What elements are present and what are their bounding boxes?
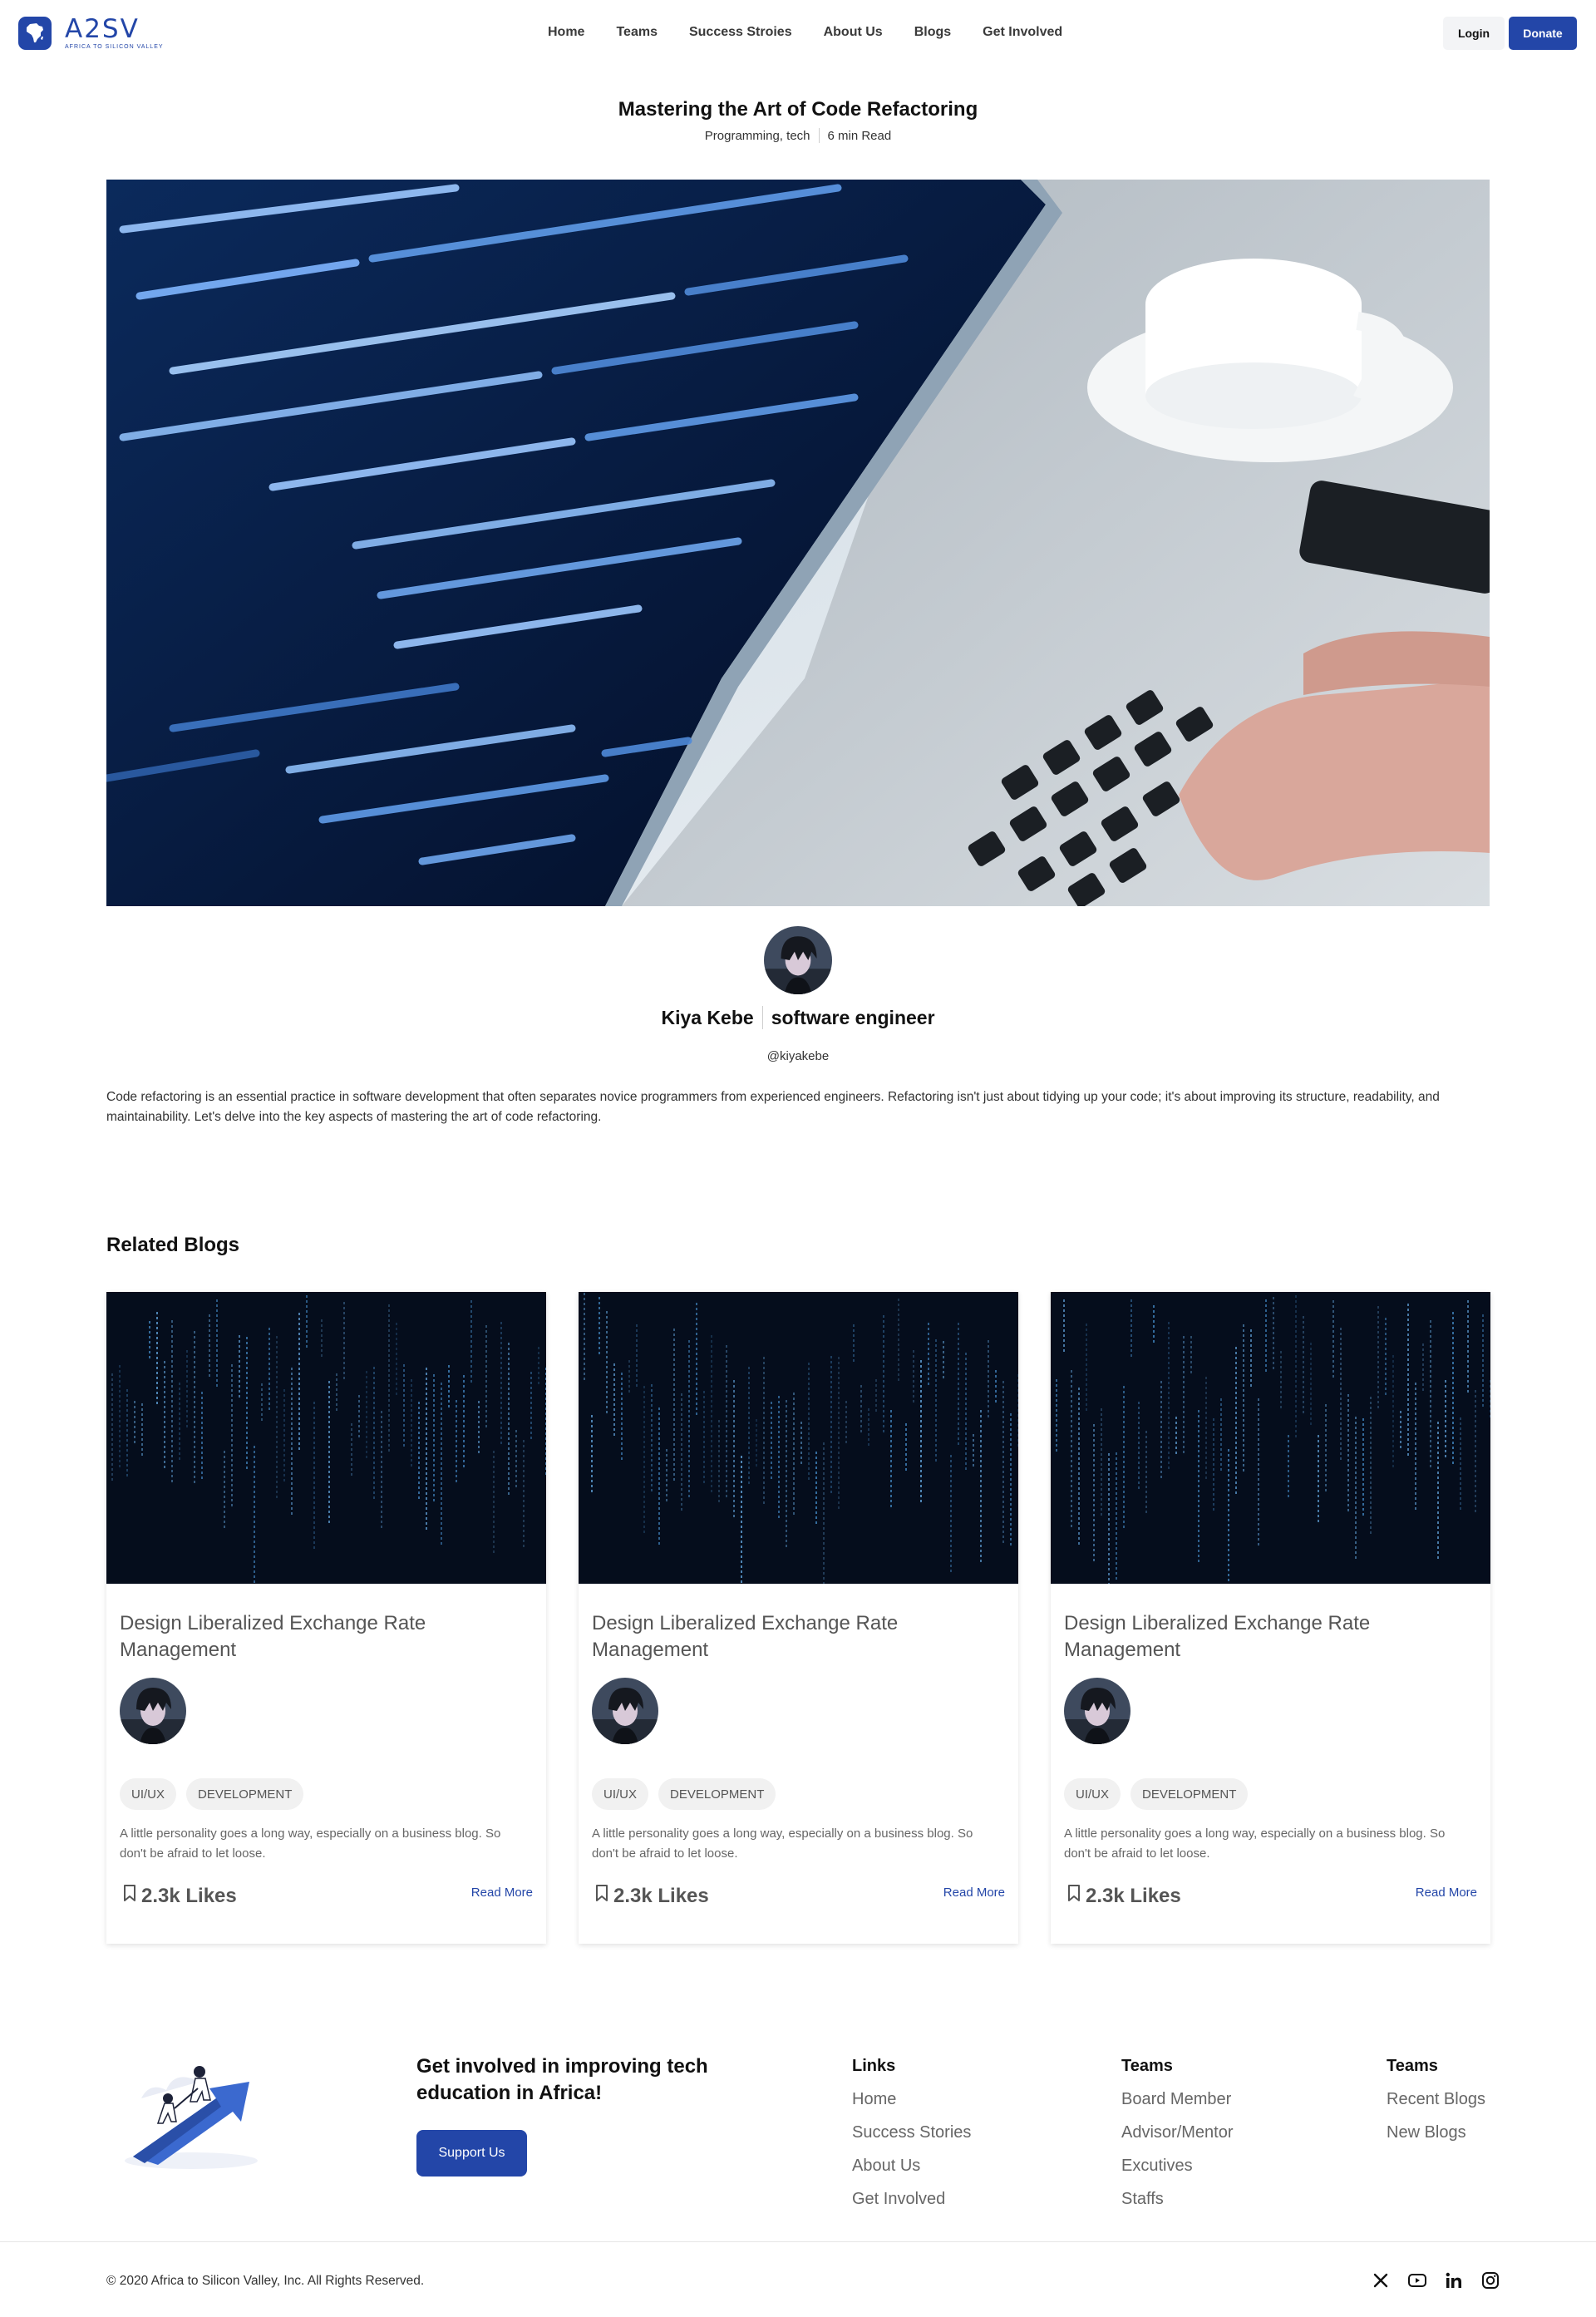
related-blogs-heading: Related Blogs — [106, 1234, 240, 1256]
footer-divider — [0, 2241, 1596, 2242]
article-meta: Programming, tech 6 min Read — [0, 128, 1596, 143]
footer-link-new-blogs[interactable]: New Blogs — [1387, 2122, 1485, 2142]
nav-success-stories[interactable]: Success Stroies — [689, 25, 792, 40]
tag-development[interactable]: DEVELOPMENT — [186, 1778, 304, 1810]
tag-list: UI/UX DEVELOPMENT — [592, 1778, 776, 1810]
author-handle[interactable]: @kiyakebe — [0, 1049, 1596, 1063]
donate-button[interactable]: Donate — [1509, 17, 1577, 50]
article-categories: Programming, tech — [704, 128, 810, 143]
likes-count[interactable]: 2.3k Likes — [592, 1883, 709, 1909]
footer-teams-column: Teams Board Member Advisor/Mentor Excuti… — [1121, 2057, 1234, 2222]
author-role: software engineer — [771, 1006, 935, 1028]
blog-card-description: A little personality goes a long way, es… — [592, 1826, 973, 1861]
nav-about-us[interactable]: About Us — [824, 25, 883, 40]
article-title: Mastering the Art of Code Refactoring — [618, 98, 978, 121]
copyright-text: © 2020 Africa to Silicon Valley, Inc. Al… — [106, 2274, 425, 2288]
avatar — [120, 1678, 186, 1744]
tag-list: UI/UX DEVELOPMENT — [120, 1778, 304, 1810]
likes-count[interactable]: 2.3k Likes — [120, 1883, 237, 1909]
login-button[interactable]: Login — [1443, 17, 1505, 50]
author-avatar[interactable] — [764, 926, 832, 994]
nav-teams[interactable]: Teams — [616, 25, 658, 40]
bookmark-icon — [1064, 1883, 1084, 1909]
blog-card-description: A little personality goes a long way, es… — [120, 1826, 501, 1861]
nav-home[interactable]: Home — [548, 25, 584, 40]
blog-card-image — [106, 1292, 546, 1584]
tag-ui-ux[interactable]: UI/UX — [120, 1778, 177, 1810]
footer-column-heading: Teams — [1121, 2057, 1173, 2075]
blog-card-title[interactable]: Design Liberalized Exchange Rate Managem… — [592, 1610, 983, 1664]
hero-image — [106, 180, 1490, 906]
tag-ui-ux[interactable]: UI/UX — [1064, 1778, 1121, 1810]
logo-tagline: AFRICA TO SILICON VALLEY — [65, 44, 164, 50]
footer-link-staffs[interactable]: Staffs — [1121, 2189, 1234, 2209]
blog-card[interactable]: Design Liberalized Exchange Rate Managem… — [106, 1292, 546, 1944]
avatar — [1064, 1678, 1130, 1744]
footer-link-success-stories[interactable]: Success Stories — [852, 2122, 971, 2142]
read-more-link[interactable]: Read More — [1416, 1886, 1477, 1900]
author-line: Kiya Kebe software engineer — [0, 1006, 1596, 1029]
footer-link-recent-blogs[interactable]: Recent Blogs — [1387, 2089, 1485, 2109]
blog-card[interactable]: Design Liberalized Exchange Rate Managem… — [579, 1292, 1018, 1944]
bookmark-icon — [120, 1883, 140, 1909]
footer-link-get-involved[interactable]: Get Involved — [852, 2189, 971, 2209]
instagram-icon[interactable] — [1480, 2270, 1501, 2291]
footer-link-home[interactable]: Home — [852, 2089, 971, 2109]
likes-label: 2.3k Likes — [141, 1884, 237, 1907]
author-divider — [761, 1006, 763, 1029]
footer-column-heading: Teams — [1387, 2057, 1438, 2075]
footer-link-about-us[interactable]: About Us — [852, 2156, 971, 2176]
tag-development[interactable]: DEVELOPMENT — [1130, 1778, 1249, 1810]
support-us-button[interactable]: Support Us — [416, 2130, 527, 2177]
main-nav: Home Teams Success Stroies About Us Blog… — [548, 25, 1062, 40]
footer-link-advisor-mentor[interactable]: Advisor/Mentor — [1121, 2122, 1234, 2142]
meta-divider — [818, 128, 820, 143]
africa-map-icon — [18, 17, 52, 50]
likes-label: 2.3k Likes — [1086, 1884, 1181, 1907]
logo[interactable]: A2SV AFRICA TO SILICON VALLEY — [18, 17, 164, 50]
nav-get-involved[interactable]: Get Involved — [983, 25, 1062, 40]
logo-wordmark: A2SV — [65, 14, 140, 44]
footer-link-board-member[interactable]: Board Member — [1121, 2089, 1234, 2109]
likes-count[interactable]: 2.3k Likes — [1064, 1883, 1181, 1909]
likes-label: 2.3k Likes — [613, 1884, 709, 1907]
x-icon[interactable] — [1370, 2270, 1392, 2291]
footer-links-column: Links Home Success Stories About Us Get … — [852, 2057, 971, 2222]
tag-list: UI/UX DEVELOPMENT — [1064, 1778, 1249, 1810]
author-name: Kiya Kebe — [661, 1006, 754, 1028]
tag-development[interactable]: DEVELOPMENT — [658, 1778, 776, 1810]
tag-ui-ux[interactable]: UI/UX — [592, 1778, 649, 1810]
blog-card-description: A little personality goes a long way, es… — [1064, 1826, 1446, 1861]
article-read-time: 6 min Read — [827, 128, 892, 143]
site-header: A2SV AFRICA TO SILICON VALLEY Home Teams… — [0, 0, 1596, 67]
avatar — [592, 1678, 658, 1744]
linkedin-icon[interactable] — [1443, 2270, 1465, 2291]
blog-card[interactable]: Design Liberalized Exchange Rate Managem… — [1051, 1292, 1490, 1944]
blog-card-image — [579, 1292, 1018, 1584]
bookmark-icon — [592, 1883, 612, 1909]
footer-link-excutives[interactable]: Excutives — [1121, 2156, 1234, 2176]
blog-card-image — [1051, 1292, 1490, 1584]
nav-blogs[interactable]: Blogs — [914, 25, 951, 40]
read-more-link[interactable]: Read More — [471, 1886, 533, 1900]
social-links — [1370, 2270, 1501, 2291]
footer-illustration — [116, 2048, 266, 2173]
youtube-icon[interactable] — [1406, 2270, 1428, 2291]
footer-column-heading: Links — [852, 2057, 896, 2075]
blog-card-title[interactable]: Design Liberalized Exchange Rate Managem… — [120, 1610, 510, 1664]
footer-blogs-column: Teams Recent Blogs New Blogs — [1387, 2057, 1485, 2156]
article-intro: Code refactoring is an essential practic… — [106, 1090, 1440, 1124]
blog-card-title[interactable]: Design Liberalized Exchange Rate Managem… — [1064, 1610, 1455, 1664]
read-more-link[interactable]: Read More — [943, 1886, 1005, 1900]
footer-cta-text: Get involved in improving tech education… — [416, 2055, 708, 2104]
